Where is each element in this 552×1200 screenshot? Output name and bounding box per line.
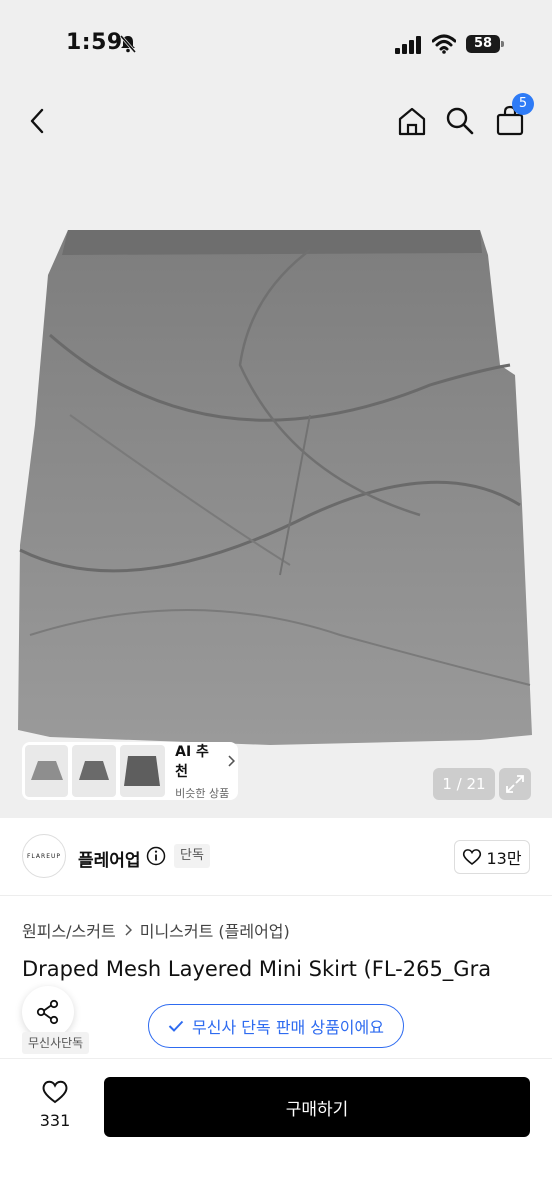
brand-logo[interactable]: FLAREUP xyxy=(22,834,66,878)
check-icon xyxy=(168,1020,184,1032)
wishlist-count: 331 xyxy=(39,1111,71,1130)
breadcrumb-subcategory[interactable]: 미니스커트 (플레어업) xyxy=(140,918,290,942)
exclusive-tag: 단독 xyxy=(174,844,210,868)
cart-button[interactable]: 5 xyxy=(490,93,534,141)
info-icon[interactable] xyxy=(146,846,166,866)
ai-title-text: AI 추천 xyxy=(175,744,209,780)
ai-recommendation[interactable]: AI 추천 비슷한 상품 xyxy=(175,741,235,801)
brand-like-button[interactable]: 13만 xyxy=(454,840,530,874)
cellular-signal-icon xyxy=(395,36,421,54)
search-button[interactable] xyxy=(440,101,480,141)
status-bar: 1:59 58 xyxy=(0,0,552,90)
home-icon xyxy=(398,107,426,136)
skirt-product-image xyxy=(18,230,532,745)
back-button[interactable] xyxy=(18,101,58,141)
battery-indicator: 58 xyxy=(466,35,504,53)
exclusive-notice-pill[interactable]: 무신사 단독 판매 상품이에요 xyxy=(148,1004,404,1048)
status-time: 1:59 xyxy=(66,30,123,55)
expand-icon xyxy=(506,775,524,793)
skirt-thumbnail-icon xyxy=(79,761,110,780)
chevron-right-icon xyxy=(228,755,235,767)
expand-image-button[interactable] xyxy=(499,768,531,800)
exclusive-notice-text: 무신사 단독 판매 상품이에요 xyxy=(192,1018,384,1037)
chevron-left-icon xyxy=(30,108,44,134)
wishlist-button[interactable]: 331 xyxy=(30,1079,80,1130)
top-navigation: 5 xyxy=(0,93,552,151)
brand-logo-text: FLAREUP xyxy=(26,852,61,860)
silent-bell-icon xyxy=(119,35,137,53)
ai-recommendation-subtitle: 비슷한 상품 xyxy=(175,787,230,800)
share-icon xyxy=(36,999,59,1025)
brand-row: FLAREUP 플레어업 단독 13만 xyxy=(0,820,552,896)
bottom-purchase-bar: 331 구매하기 xyxy=(0,1058,552,1200)
brand-name[interactable]: 플레어업 xyxy=(78,846,141,871)
thumbnail-2[interactable] xyxy=(72,745,116,797)
search-icon xyxy=(446,107,474,135)
share-button[interactable] xyxy=(22,986,74,1038)
product-title: Draped Mesh Layered Mini Skirt (FL-265_G… xyxy=(22,957,492,981)
breadcrumb-category[interactable]: 원피스/스커트 xyxy=(22,918,116,942)
image-counter: 1 / 21 xyxy=(433,768,495,800)
thumbnail-1[interactable] xyxy=(25,745,69,797)
skirt-thumbnail-icon xyxy=(30,761,63,780)
wifi-icon xyxy=(432,34,456,54)
brand-like-count: 13만 xyxy=(486,849,522,868)
buy-button[interactable]: 구매하기 xyxy=(104,1077,530,1137)
heart-icon xyxy=(463,849,482,866)
heart-icon xyxy=(42,1080,68,1104)
chevron-right-icon xyxy=(125,924,132,936)
musinsa-exclusive-tag: 무신사단독 xyxy=(22,1032,90,1054)
skirt-thumbnail-icon xyxy=(124,756,161,786)
home-button[interactable] xyxy=(392,101,432,141)
cart-count-badge: 5 xyxy=(512,93,534,115)
breadcrumb: 원피스/스커트 미니스커트 (플레어업) xyxy=(22,918,290,942)
thumbnail-3[interactable] xyxy=(119,745,166,797)
ai-recommendation-card[interactable]: AI 추천 비슷한 상품 xyxy=(22,742,238,800)
ai-recommendation-title: AI 추천 xyxy=(175,741,235,781)
product-image-area[interactable]: 1:59 58 5 AI 추천 비슷한 상품 1 / 21 xyxy=(0,0,552,818)
